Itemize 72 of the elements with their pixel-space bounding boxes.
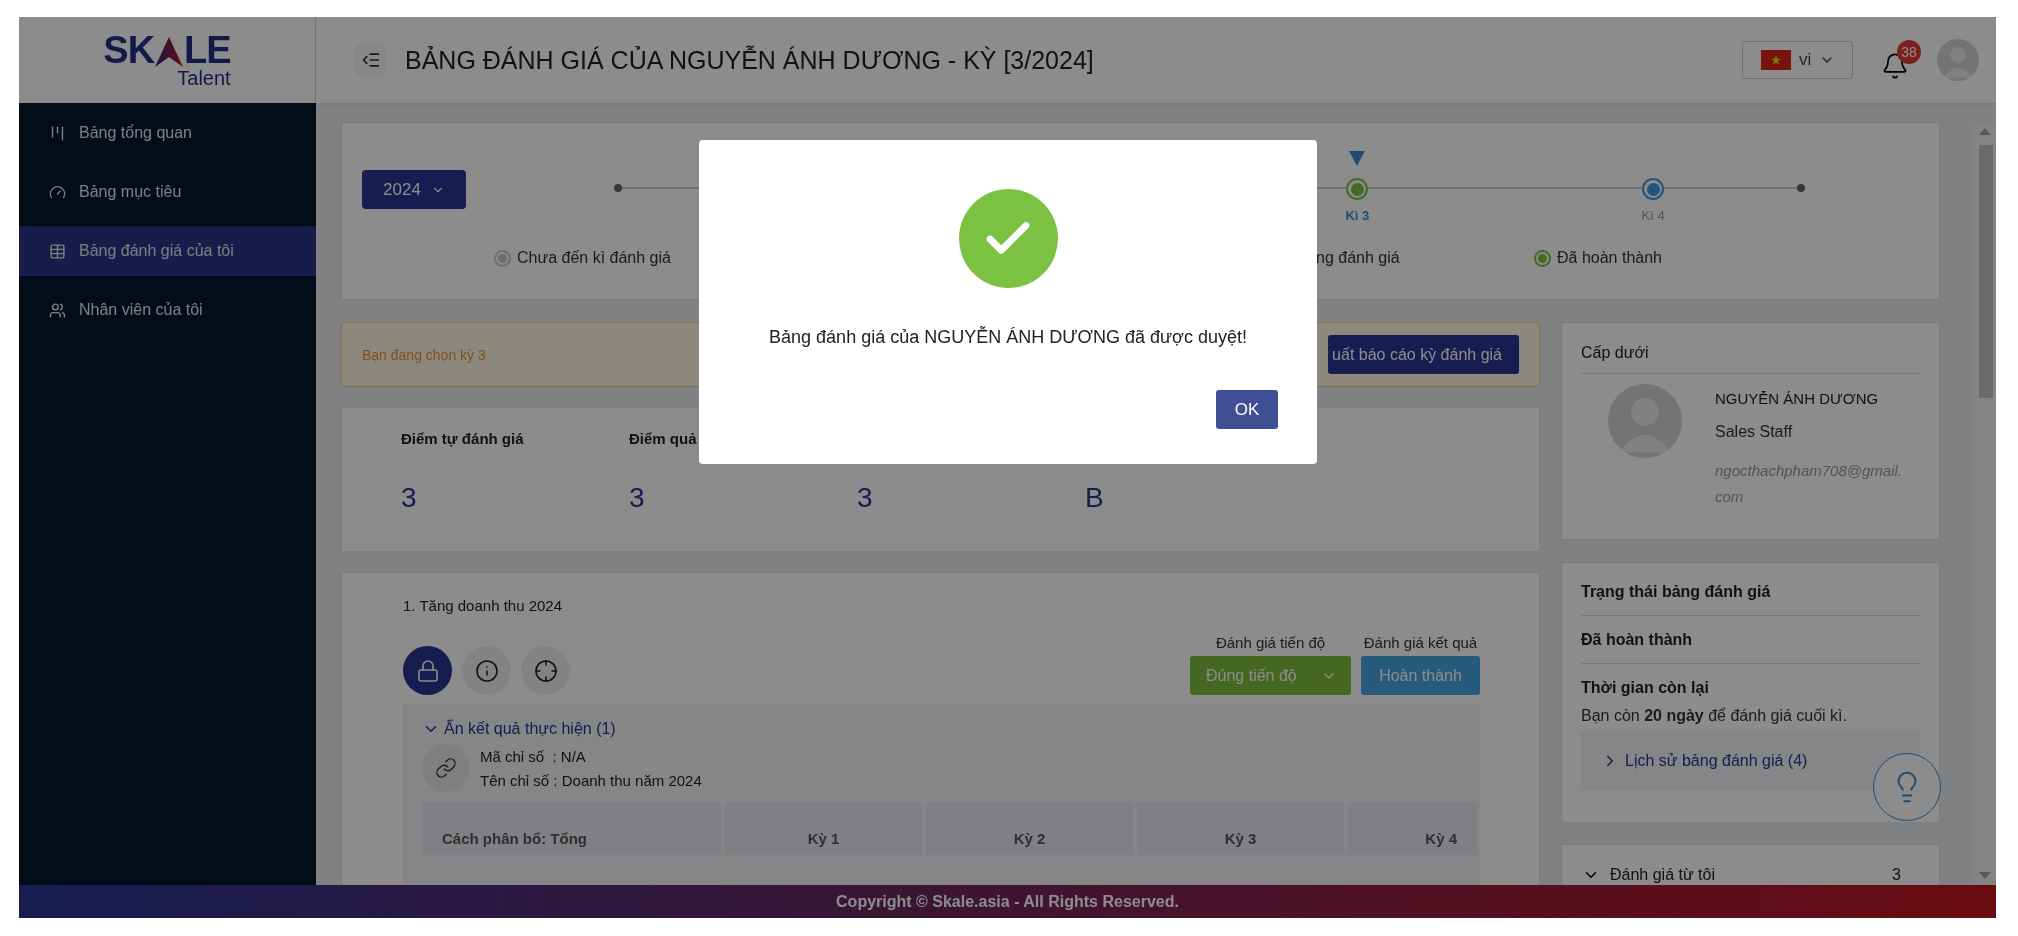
export-report-button[interactable]: uất báo cáo kỳ đánh giá	[1328, 335, 1519, 374]
year-select[interactable]: 2024	[362, 170, 466, 209]
user-avatar	[1937, 39, 1979, 81]
objective-title: 1. Tăng doanh thu 2024	[403, 597, 564, 614]
timeline-endpoint	[1797, 184, 1805, 192]
sidebar-item-label: Bảng đánh giá của tôi	[79, 242, 234, 260]
sidebar-item-label: Bảng tổng quan	[79, 124, 192, 142]
table-header-cell: Kỳ 2	[926, 802, 1133, 855]
logo-tagline: Talent	[177, 66, 231, 90]
menu-icon	[361, 50, 381, 70]
period-node[interactable]	[1346, 178, 1369, 200]
logo-text: SK	[103, 30, 155, 69]
sidebar-item[interactable]: Bảng đánh giá của tôi	[19, 226, 316, 276]
period-node[interactable]	[1642, 178, 1665, 200]
table-header-cell: Cách phân bổ: Tổng	[422, 802, 721, 855]
subordinate-name: NGUYỄN ÁNH DƯƠNG	[1715, 390, 1880, 407]
panel-title: Cấp dưới	[1581, 323, 1920, 374]
scrollbar[interactable]	[1974, 122, 1996, 885]
legend-label: Chưa đến kì đánh giá	[517, 249, 671, 267]
table-header-cell: Kỳ 4	[1348, 802, 1477, 855]
ok-button[interactable]: OK	[1216, 390, 1278, 429]
sidebar-item-label: Bảng mục tiêu	[79, 183, 182, 201]
info-button[interactable]	[462, 646, 511, 695]
subordinate-role: Sales Staff	[1715, 423, 1794, 441]
notice-text: Bạn đang chọn kỳ 3	[362, 346, 486, 363]
flag-icon	[1761, 50, 1791, 70]
sidebar-item[interactable]: Nhân viên của tôi	[19, 285, 316, 335]
period-label: Kì 3	[1345, 208, 1370, 223]
progress-label: Đánh giá tiến độ	[1215, 634, 1326, 651]
score-label: Điểm tự đánh giá	[401, 430, 525, 449]
page-title: BẢNG ĐÁNH GIÁ CỦA NGUYỄN ÁNH DƯƠNG - KỲ [3/2024]	[405, 45, 1094, 75]
my-reviews-label: Đánh giá từ tôi	[1610, 866, 1716, 884]
dialog-message: Bảng đánh giá của NGUYỄN ÁNH DƯƠNG đã được duyệt!	[769, 327, 1247, 348]
score-value: 3	[629, 482, 646, 514]
subordinate-email: ngocthachpham708@gmail.com	[1715, 461, 1903, 507]
indicator-code: Mã chỉ số : N/A	[480, 747, 587, 765]
sidebar-item-label: Nhân viên của tôi	[79, 301, 203, 319]
crosshair-icon	[533, 658, 558, 683]
language-select[interactable]: vi	[1742, 41, 1853, 79]
sidebar-item[interactable]: Bảng tổng quan	[19, 108, 316, 158]
history-link[interactable]: Lịch sử bảng đánh giá (4)	[1601, 751, 1808, 770]
result-label: Đánh giá kết quả	[1363, 634, 1478, 651]
score-label: Điểm quả	[629, 430, 698, 449]
legend-label: ng đánh giá	[1316, 249, 1400, 267]
gauge-icon	[49, 183, 66, 201]
my-reviews-count: 3	[1892, 866, 1901, 884]
table-icon	[49, 242, 66, 260]
score-value: B	[1085, 482, 1105, 514]
results-toggle[interactable]: Ẩn kết quả thực hiện (1)	[422, 720, 616, 738]
info-icon	[474, 658, 499, 683]
lock-icon	[415, 658, 440, 683]
legend-label: Đã hoàn thành	[1557, 249, 1662, 267]
indicator-name: Tên chỉ số : Doanh thu năm 2024	[480, 771, 702, 789]
footer-text: Copyright © Skale.asia - All Rights Reserved.	[836, 892, 1179, 911]
link-icon	[422, 744, 470, 792]
score-value: 3	[857, 482, 874, 514]
table-header-cell: Kỳ 3	[1137, 802, 1344, 855]
remaining-text: Bạn còn 20 ngày để đánh giá cuối kì.	[1581, 707, 1848, 725]
status-title: Trạng thái bảng đánh giá	[1581, 563, 1920, 616]
users-icon	[49, 301, 66, 319]
sidebar-item[interactable]: Bảng mục tiêu	[19, 167, 316, 217]
lock-button[interactable]	[403, 646, 452, 695]
notification-badge: 38	[1897, 40, 1921, 64]
status-value: Đã hoàn thành	[1581, 616, 1920, 664]
target-button[interactable]	[521, 646, 570, 695]
score-value: 3	[401, 482, 418, 514]
timeline-endpoint	[614, 184, 622, 192]
logo-text: LE	[184, 30, 231, 69]
remaining-title: Thời gian còn lại	[1581, 678, 1710, 698]
menu-button[interactable]	[355, 44, 387, 76]
board-icon	[49, 124, 66, 142]
table-header-cell: Kỳ 1	[725, 802, 922, 855]
